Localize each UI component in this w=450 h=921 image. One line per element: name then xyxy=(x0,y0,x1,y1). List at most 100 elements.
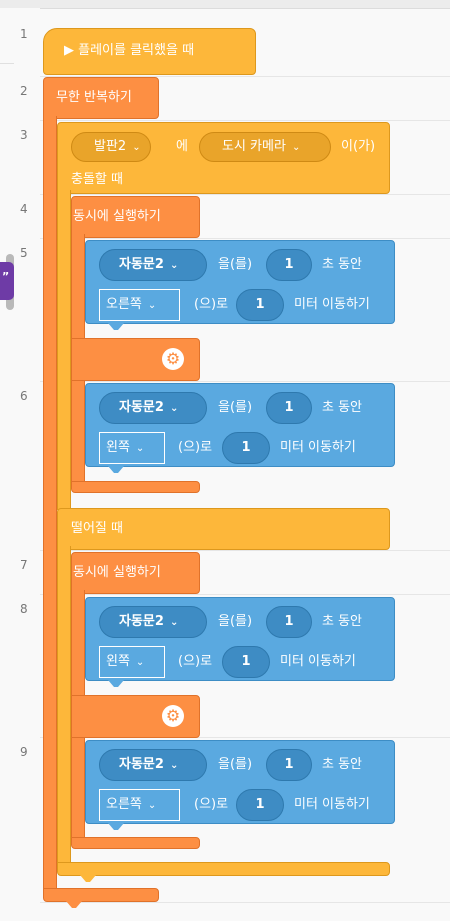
line-number: 1 xyxy=(20,27,28,41)
chevron-down-icon: ⌄ xyxy=(169,760,179,771)
distance-input[interactable]: 1 xyxy=(222,646,270,678)
object-dropdown-value: 발판2 xyxy=(94,139,127,154)
line-number: 7 xyxy=(20,558,28,572)
move-object-value: 자동문2 xyxy=(119,757,164,772)
repeat-forever-block[interactable]: 무한 반복하기 xyxy=(43,77,159,119)
direction-particle-label: (으)로 xyxy=(194,797,229,812)
chevron-down-icon: ⌄ xyxy=(169,403,179,414)
direction-value: 오른쪽 xyxy=(106,797,142,812)
chevron-down-icon: ⌄ xyxy=(135,657,145,668)
parallel-foot xyxy=(71,837,200,849)
top-bar xyxy=(0,0,450,9)
repeat-forever-foot xyxy=(43,888,159,902)
move-object-dropdown[interactable]: 자동문2 ⌄ xyxy=(99,249,207,281)
parallel-block[interactable]: 동시에 실행하기 xyxy=(71,552,200,594)
direction-value: 왼쪽 xyxy=(106,440,130,455)
seconds-input[interactable]: 1 xyxy=(266,606,312,638)
distance-input[interactable]: 1 xyxy=(222,432,270,464)
row-divider xyxy=(40,902,450,903)
distance-label: 미터 이동하기 xyxy=(294,797,370,812)
gutter-divider xyxy=(0,63,14,64)
chevron-down-icon: ⌄ xyxy=(132,142,141,153)
row-divider xyxy=(40,550,450,551)
move-object-dropdown[interactable]: 자동문2 ⌄ xyxy=(99,392,207,424)
move-particle-label: 을(를) xyxy=(218,757,253,772)
when-collide-label: 충돌할 때 xyxy=(71,172,123,187)
block-notch xyxy=(108,466,124,473)
repeat-forever-label: 무한 반복하기 xyxy=(56,90,132,105)
gear-icon[interactable]: ⚙ xyxy=(162,705,184,727)
line-number: 2 xyxy=(20,84,28,98)
seconds-input[interactable]: 1 xyxy=(266,392,312,424)
direction-particle-label: (으)로 xyxy=(178,440,213,455)
direction-value: 왼쪽 xyxy=(106,654,130,669)
move-particle-label: 을(를) xyxy=(218,614,253,629)
distance-input[interactable]: 1 xyxy=(236,789,284,821)
collision-event-block[interactable]: 발판2 ⌄ 에 도시 카메라 ⌄ 이(가) 충돌할 때 xyxy=(57,122,390,194)
move-object-value: 자동문2 xyxy=(119,257,164,272)
move-block[interactable]: 자동문2 ⌄ 을(를) 1 초 동안 오른쪽 ⌄ (으)로 1 미터 이동하기 xyxy=(85,240,395,324)
row-divider xyxy=(40,120,450,121)
seconds-input[interactable]: 1 xyxy=(266,249,312,281)
block-notch xyxy=(66,901,82,908)
block-notch xyxy=(108,823,124,830)
move-block[interactable]: 자동문2 ⌄ 을(를) 1 초 동안 왼쪽 ⌄ (으)로 1 미터 이동하기 xyxy=(85,383,395,467)
line-number: 6 xyxy=(20,389,28,403)
chevron-down-icon: ⌄ xyxy=(291,142,301,153)
when-play-clicked-label: ▶ 플레이를 클릭했을 때 xyxy=(64,43,195,58)
chevron-down-icon: ⌄ xyxy=(135,443,145,454)
parallel-label: 동시에 실행하기 xyxy=(73,565,161,580)
collision-suffix-label: 이(가) xyxy=(341,139,376,154)
collision-connector-label: 에 xyxy=(176,139,188,154)
direction-dropdown[interactable]: 오른쪽 ⌄ xyxy=(99,289,180,321)
parallel-branch-divider: ⚙ xyxy=(71,338,200,381)
repeat-forever-arm xyxy=(43,116,57,892)
line-number: 9 xyxy=(20,745,28,759)
move-particle-label: 을(를) xyxy=(218,257,253,272)
block-notch xyxy=(108,680,124,687)
seconds-label: 초 동안 xyxy=(322,614,363,629)
move-object-dropdown[interactable]: 자동문2 ⌄ xyxy=(99,749,207,781)
direction-particle-label: (으)로 xyxy=(178,654,213,669)
seconds-label: 초 동안 xyxy=(322,757,363,772)
move-object-dropdown[interactable]: 자동문2 ⌄ xyxy=(99,606,207,638)
direction-particle-label: (으)로 xyxy=(194,297,229,312)
parallel-foot xyxy=(71,481,200,493)
parallel-block[interactable]: 동시에 실행하기 xyxy=(71,196,200,238)
line-number: 3 xyxy=(20,128,28,142)
move-object-value: 자동문2 xyxy=(119,614,164,629)
chevron-down-icon: ⌄ xyxy=(169,617,179,628)
line-number: 4 xyxy=(20,202,28,216)
seconds-input[interactable]: 1 xyxy=(266,749,312,781)
object-dropdown[interactable]: 발판2 ⌄ xyxy=(71,132,151,162)
row-divider xyxy=(40,238,450,239)
direction-dropdown[interactable]: 왼쪽 ⌄ xyxy=(99,646,165,678)
direction-dropdown[interactable]: 오른쪽 ⌄ xyxy=(99,789,180,821)
block-notch xyxy=(108,323,124,330)
move-block[interactable]: 자동문2 ⌄ 을(를) 1 초 동안 왼쪽 ⌄ (으)로 1 미터 이동하기 xyxy=(85,597,395,681)
seconds-label: 초 동안 xyxy=(322,400,363,415)
line-number: 5 xyxy=(20,246,28,260)
collision-event-foot xyxy=(57,862,390,876)
block-notch xyxy=(80,875,96,882)
chevron-down-icon: ⌄ xyxy=(169,260,179,271)
chevron-down-icon: ⌄ xyxy=(147,300,157,311)
parallel-label: 동시에 실행하기 xyxy=(73,209,161,224)
direction-dropdown[interactable]: 왼쪽 ⌄ xyxy=(99,432,165,464)
parallel-branch-divider: ⚙ xyxy=(71,695,200,738)
target-dropdown[interactable]: 도시 카메라 ⌄ xyxy=(199,132,331,162)
distance-input[interactable]: 1 xyxy=(236,289,284,321)
distance-label: 미터 이동하기 xyxy=(280,440,356,455)
move-block[interactable]: 자동문2 ⌄ 을(를) 1 초 동안 오른쪽 ⌄ (으)로 1 미터 이동하기 xyxy=(85,740,395,824)
gear-icon[interactable]: ⚙ xyxy=(162,348,184,370)
when-separate-section[interactable]: 떨어질 때 xyxy=(57,508,390,550)
move-object-value: 자동문2 xyxy=(119,400,164,415)
distance-label: 미터 이동하기 xyxy=(294,297,370,312)
seconds-label: 초 동안 xyxy=(322,257,363,272)
row-divider xyxy=(40,381,450,382)
direction-value: 오른쪽 xyxy=(106,297,142,312)
line-gutter xyxy=(0,8,40,921)
when-play-clicked-block[interactable]: ▶ 플레이를 클릭했을 때 xyxy=(43,28,256,75)
target-dropdown-value: 도시 카메라 xyxy=(222,139,286,154)
when-separate-label: 떨어질 때 xyxy=(71,521,123,536)
